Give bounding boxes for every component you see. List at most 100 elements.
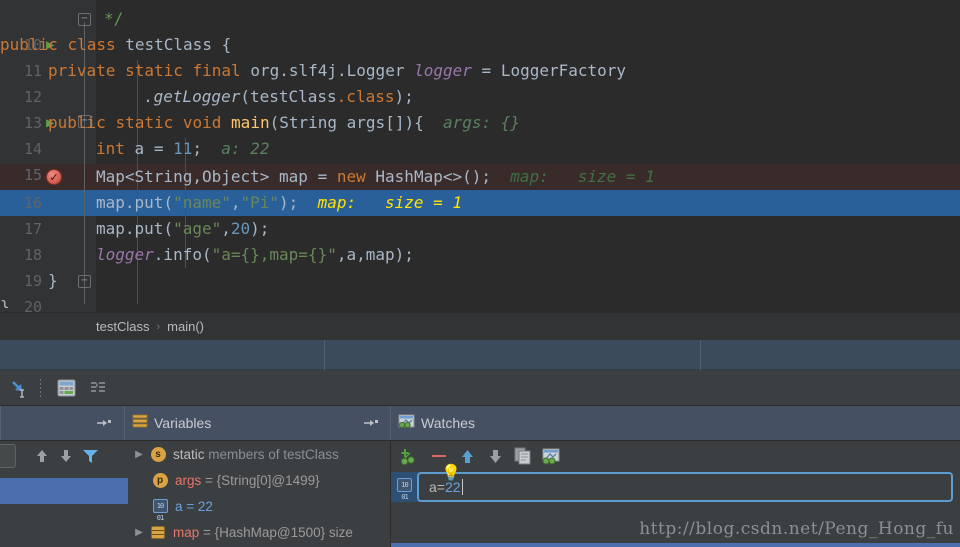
kw-static: static (115, 113, 174, 132)
tool-window-strip[interactable] (0, 340, 960, 370)
code-text: public class testClass { (0, 32, 231, 58)
field-logger: logger (414, 61, 472, 80)
kw-final: final (192, 61, 241, 80)
code-line-20[interactable]: 20 ─ } (0, 268, 960, 312)
text-caret (461, 479, 463, 495)
code-line-12[interactable]: 12 private static final org.slf4j.Logger… (0, 58, 960, 106)
table-row[interactable]: ▶ s static members of testClass (128, 441, 390, 467)
fold-collapse-icon[interactable]: ─ (78, 13, 91, 26)
watches-toolbar[interactable] (391, 441, 960, 471)
selected-frame-row[interactable] (0, 478, 128, 504)
kw-int: int (96, 139, 125, 158)
frame-up-button[interactable] (30, 444, 54, 468)
watch-expression-input[interactable]: 💡 a=22 (417, 463, 953, 502)
debugger-toolbar[interactable] (0, 370, 960, 406)
show-execution-point-icon[interactable] (85, 375, 111, 401)
tabrow-divider-0 (0, 406, 1, 440)
code-text: logger.info("a={},map={}",a,map); (96, 245, 414, 264)
breakpoint-verified-icon[interactable]: ✓ (46, 169, 62, 185)
string-name: "name" (173, 193, 231, 212)
table-row[interactable]: 10 01 a = 22 (128, 493, 390, 522)
watches-glasses-icon (398, 414, 415, 433)
object-stack-icon (148, 525, 168, 539)
step-into-cursor-icon[interactable] (6, 375, 32, 401)
code-line-21[interactable]: 21 } (0, 294, 960, 308)
variables-stack-icon (132, 414, 148, 432)
tab-watches-label: Watches (421, 415, 475, 431)
thread-combo[interactable] (0, 444, 16, 468)
var-a: a (134, 139, 145, 158)
arrow-down-icon (489, 449, 501, 463)
code-line-10[interactable]: 10 ─ */ (0, 6, 960, 54)
filter-button[interactable] (78, 444, 102, 468)
add-watch-button[interactable] (397, 443, 425, 469)
parameter-icon: p (150, 472, 170, 488)
variable-name: static (173, 446, 205, 462)
code-line-14[interactable]: 14 ▶ ─ public static void main(String ar… (0, 110, 960, 158)
code-line-11[interactable]: 11 ▶ public class testClass { (0, 32, 960, 80)
code-line-16[interactable]: 16 ✓ Map<String,Object> map = new HashMa… (0, 164, 960, 212)
code-text: } (0, 297, 10, 308)
tab-variables-pin[interactable] (96, 406, 112, 440)
arg-map: map (365, 245, 395, 264)
method-main: main (231, 113, 270, 132)
table-row[interactable]: p args = {String[0]@1499} (128, 467, 390, 493)
kw-new: new (336, 167, 366, 186)
code-text: private static final org.slf4j.Logger lo… (48, 58, 626, 84)
edit-watch-button[interactable] (537, 443, 565, 469)
code-line-13[interactable]: 13 .getLogger(testClass.class); (0, 84, 960, 132)
arrow-up-icon (37, 450, 47, 462)
arg-a: a (346, 245, 357, 264)
expand-twisty-icon[interactable]: ▶ (130, 449, 148, 460)
frames-sidebar (0, 441, 128, 547)
field-logger: logger (96, 245, 154, 264)
evaluate-expression-icon[interactable] (53, 375, 79, 401)
code-line-15[interactable]: 15 int a = 11; a: 22 (0, 136, 960, 184)
variable-name: args (175, 472, 202, 488)
breadcrumb-class[interactable]: testClass (96, 319, 149, 334)
variable-value: = {HashMap@1500} size (199, 524, 353, 540)
funnel-filter-icon (82, 450, 98, 463)
breadcrumb[interactable]: testClass › main() (0, 312, 960, 340)
lightbulb-icon[interactable]: 💡 (441, 462, 461, 483)
kw-class-literal: .class (336, 87, 395, 106)
tab-variables[interactable]: Variables (132, 406, 211, 440)
code-line-19[interactable]: 19 logger.info("a={},map={}",a,map); (0, 242, 960, 290)
code-line-18[interactable]: 18 map.put("age",20); (0, 216, 960, 264)
call-map-put: map.put (96, 193, 164, 212)
chevron-right-icon: › (156, 320, 161, 333)
arrow-up-icon (461, 449, 473, 463)
code-line-17[interactable]: 17 map.put("name","Pi"); map: size = 1 (0, 190, 960, 238)
fold-collapse-icon[interactable]: ─ (78, 275, 91, 288)
duplicate-watch-button[interactable] (509, 443, 537, 469)
primitive-icon: 10 01 (397, 478, 412, 503)
expand-twisty-icon[interactable]: ▶ (130, 527, 148, 538)
frame-down-button[interactable] (54, 444, 78, 468)
copy-icon (514, 447, 531, 465)
param-args: args[] (346, 113, 405, 132)
tab-watches[interactable]: Watches (398, 406, 475, 440)
table-row[interactable]: ▶ map = {HashMap@1500} size (128, 519, 390, 545)
code-text: .getLogger(testClass.class); (144, 87, 414, 106)
type-map: Map<String,Object> (96, 167, 270, 186)
code-text: map.put("age",20); (96, 219, 270, 238)
move-watch-down-button[interactable] (481, 443, 509, 469)
toolbar-separator (40, 378, 41, 397)
code-editor[interactable]: * @@@@@@@@@@@@@@@@@@@@ 10 ─ */ 11 ▶ publ… (0, 0, 960, 312)
debug-tab-row[interactable]: Variables Watches (0, 406, 960, 440)
variables-tree[interactable]: ▶ s static members of testClass p args =… (128, 441, 390, 547)
tab-watches-pin[interactable] (363, 406, 379, 440)
call-map-put: map.put (96, 219, 164, 238)
variables-panel: ▶ s static members of testClass p args =… (0, 440, 390, 547)
frames-toolbar[interactable] (0, 441, 128, 471)
primitive-icon: 10 01 (150, 499, 170, 522)
arrow-down-icon (61, 450, 71, 462)
code-text: map.put("name","Pi"); map: size = 1 (96, 193, 463, 212)
breadcrumb-method[interactable]: main() (167, 319, 204, 334)
kw-class: class (67, 35, 116, 54)
call-info: .info (153, 245, 202, 264)
inlay-hint-map: map: size = 1 (510, 167, 655, 186)
inlay-hint-a: a: 22 (221, 139, 270, 158)
pin-icon (97, 420, 111, 426)
var-map: map (279, 167, 308, 186)
